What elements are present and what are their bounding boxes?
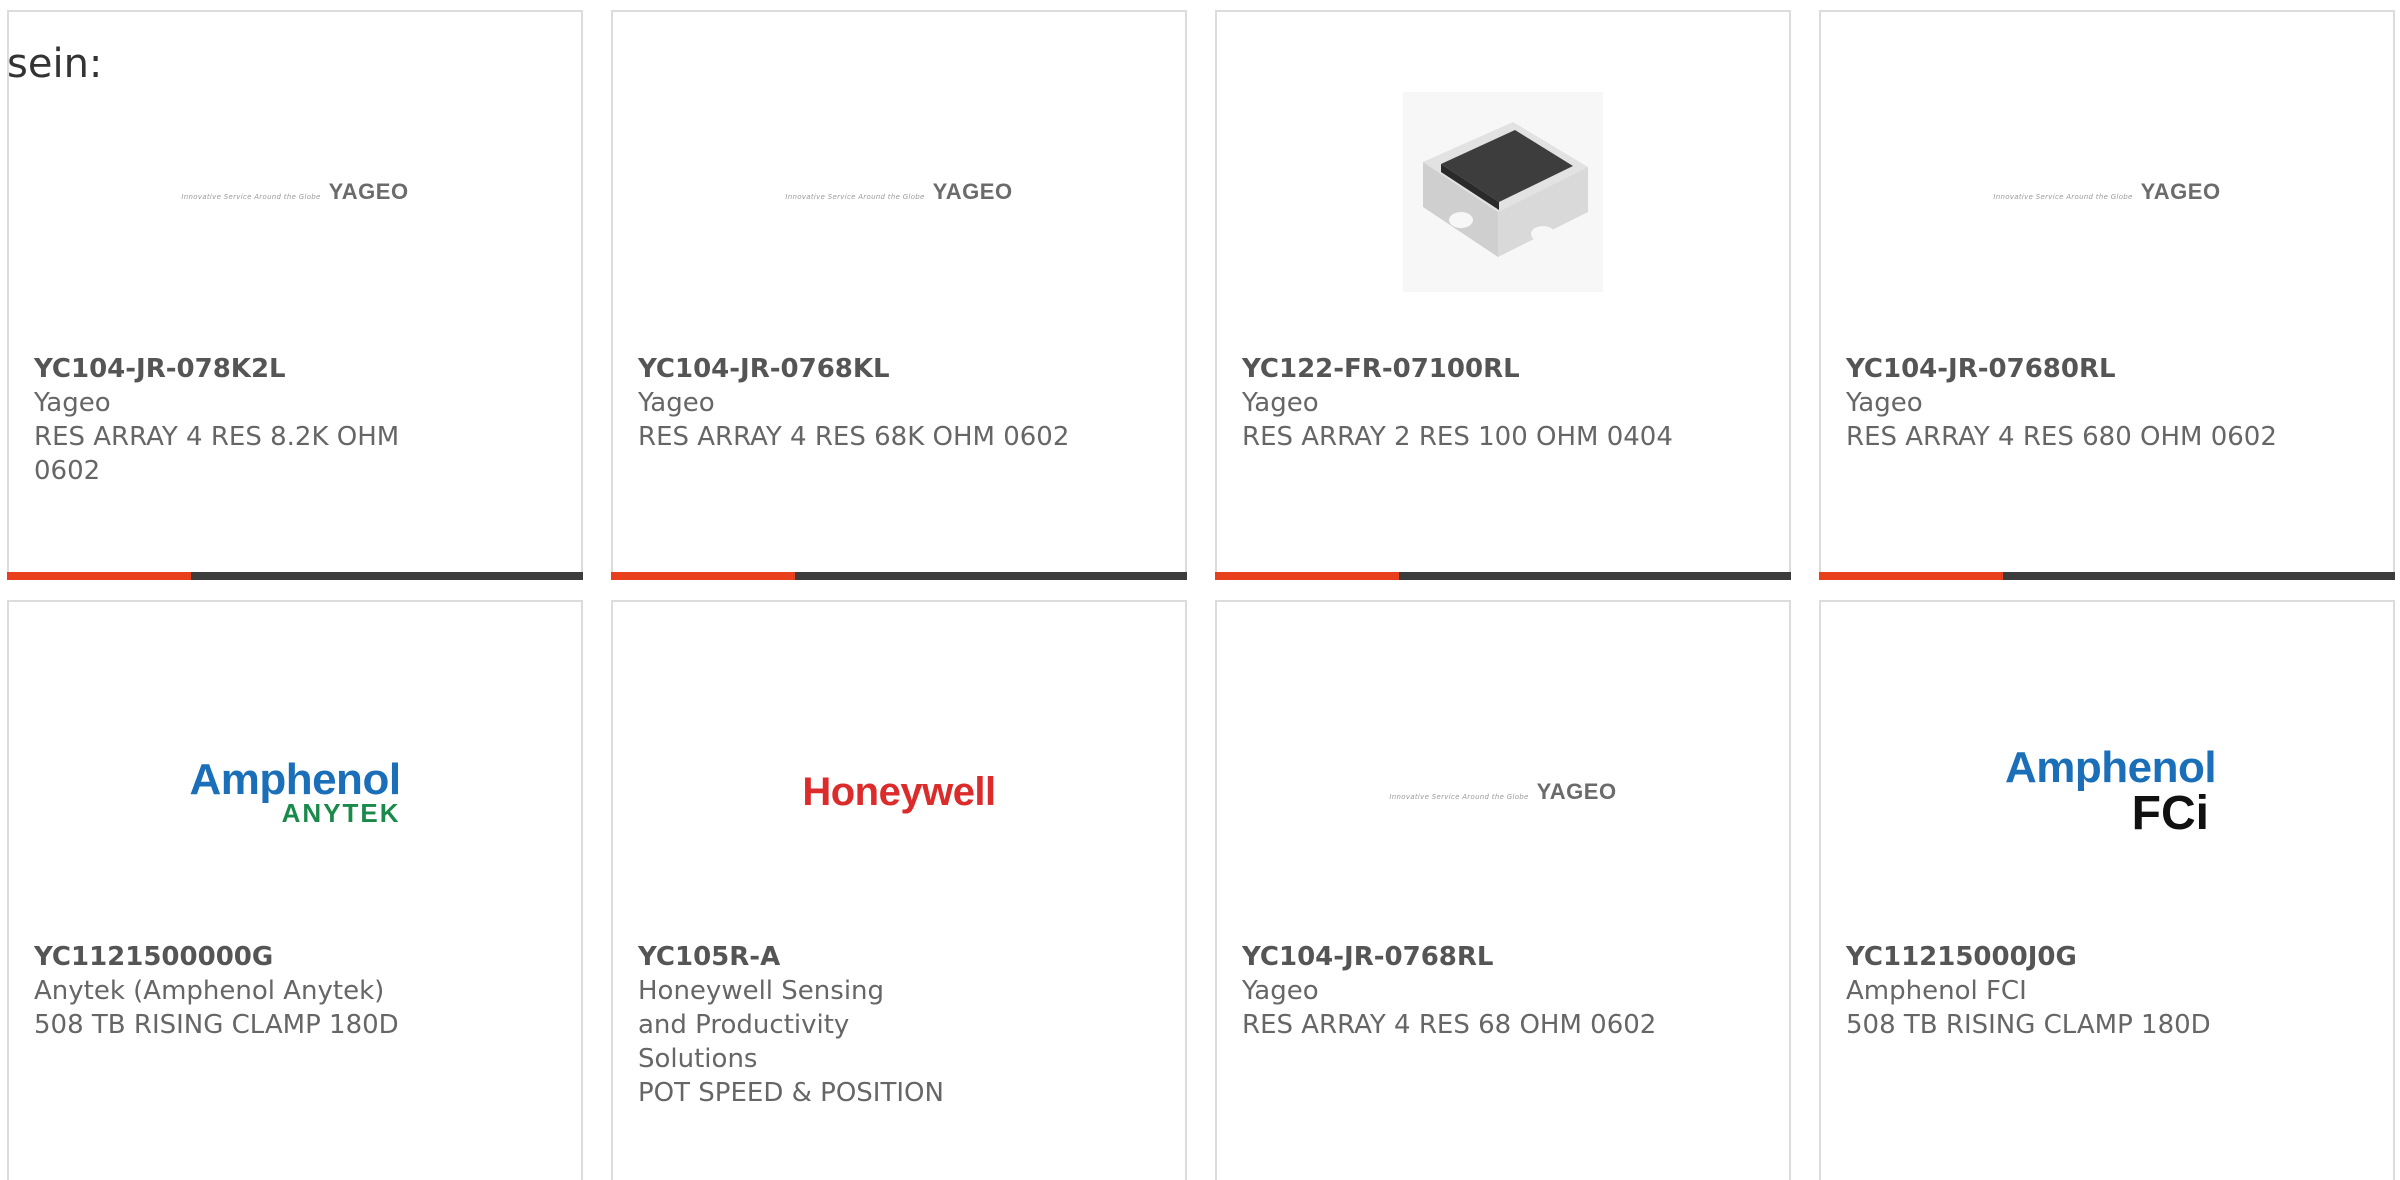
- product-card[interactable]: Honeywell YC105R-A Honeywell Sensing and…: [611, 600, 1187, 1180]
- product-description: RES ARRAY 4 RES 8.2K OHM 0602: [34, 422, 400, 486]
- yageo-logo: Innovative Service Around the Globe YAGE…: [1993, 179, 2221, 204]
- yageo-logo: Innovative Service Around the Globe YAGE…: [181, 179, 409, 204]
- product-card[interactable]: Innovative Service Around the Globe YAGE…: [611, 10, 1187, 580]
- intro-text: sein:: [7, 41, 103, 87]
- product-image[interactable]: Amphenol ANYTEK: [9, 682, 581, 902]
- product-description: RES ARRAY 4 RES 68 OHM 0602: [1242, 1010, 1657, 1040]
- honeywell-logo: Honeywell: [802, 769, 996, 814]
- amphenol-fci-logo: Amphenol FCi: [2005, 743, 2217, 840]
- product-description: RES ARRAY 2 RES 100 OHM 0404: [1242, 422, 1673, 452]
- manufacturer: Yageo: [1242, 976, 1319, 1006]
- resistor-array-chip-photo: [1403, 92, 1603, 292]
- amphenol-anytek-logo: Amphenol ANYTEK: [189, 755, 401, 828]
- product-description: RES ARRAY 4 RES 680 OHM 0602: [1846, 422, 2277, 452]
- product-card[interactable]: Innovative Service Around the Globe YAGE…: [7, 10, 583, 580]
- card-bar: [1819, 572, 2395, 580]
- product-image[interactable]: Innovative Service Around the Globe YAGE…: [1821, 82, 2393, 302]
- yageo-logo: Innovative Service Around the Globe YAGE…: [785, 179, 1013, 204]
- part-number-link[interactable]: YC1121500000G: [34, 940, 556, 974]
- card-bar-accent: [611, 572, 795, 580]
- part-number-link[interactable]: YC104-JR-0768RL: [1242, 940, 1764, 974]
- product-card[interactable]: Amphenol ANYTEK YC1121500000G Anytek (Am…: [7, 600, 583, 1180]
- part-number-link[interactable]: YC105R-A: [638, 940, 1160, 974]
- manufacturer: Anytek (Amphenol Anytek): [34, 976, 385, 1006]
- product-description: POT SPEED & POSITION: [638, 1078, 944, 1108]
- product-card[interactable]: Innovative Service Around the Globe YAGE…: [1215, 600, 1791, 1180]
- product-description: 508 TB RISING CLAMP 180D: [1846, 1010, 2211, 1040]
- part-number-link[interactable]: YC104-JR-07680RL: [1846, 352, 2368, 386]
- product-image[interactable]: Amphenol FCi: [1821, 682, 2393, 902]
- manufacturer: Amphenol FCI: [1846, 976, 2027, 1006]
- product-card[interactable]: Innovative Service Around the Globe YAGE…: [1819, 10, 2395, 580]
- product-description: 508 TB RISING CLAMP 180D: [34, 1010, 399, 1040]
- manufacturer: Yageo: [638, 388, 715, 418]
- part-number-link[interactable]: YC104-JR-0768KL: [638, 352, 1160, 386]
- product-card[interactable]: YC122-FR-07100RL Yageo RES ARRAY 2 RES 1…: [1215, 10, 1791, 580]
- manufacturer: Yageo: [1846, 388, 1923, 418]
- part-number-link[interactable]: YC104-JR-078K2L: [34, 352, 556, 386]
- card-bar: [7, 572, 583, 580]
- product-image[interactable]: Honeywell: [613, 682, 1185, 902]
- part-number-link[interactable]: YC122-FR-07100RL: [1242, 352, 1764, 386]
- card-bar: [1215, 572, 1791, 580]
- manufacturer: Honeywell Sensing and Productivity Solut…: [638, 976, 885, 1074]
- part-number-link[interactable]: YC11215000J0G: [1846, 940, 2368, 974]
- product-card[interactable]: Amphenol FCi YC11215000J0G Amphenol FCI …: [1819, 600, 2395, 1180]
- product-image[interactable]: Innovative Service Around the Globe YAGE…: [613, 82, 1185, 302]
- manufacturer: Yageo: [34, 388, 111, 418]
- product-description: RES ARRAY 4 RES 68K OHM 0602: [638, 422, 1070, 452]
- product-image[interactable]: Innovative Service Around the Globe YAGE…: [1217, 682, 1789, 902]
- product-image[interactable]: Innovative Service Around the Globe YAGE…: [9, 82, 581, 302]
- yageo-logo: Innovative Service Around the Globe YAGE…: [1389, 779, 1617, 804]
- card-bar-accent: [1215, 572, 1399, 580]
- manufacturer: Yageo: [1242, 388, 1319, 418]
- card-bar-accent: [7, 572, 191, 580]
- product-image[interactable]: [1217, 82, 1789, 302]
- card-bar: [611, 572, 1187, 580]
- card-bar-accent: [1819, 572, 2003, 580]
